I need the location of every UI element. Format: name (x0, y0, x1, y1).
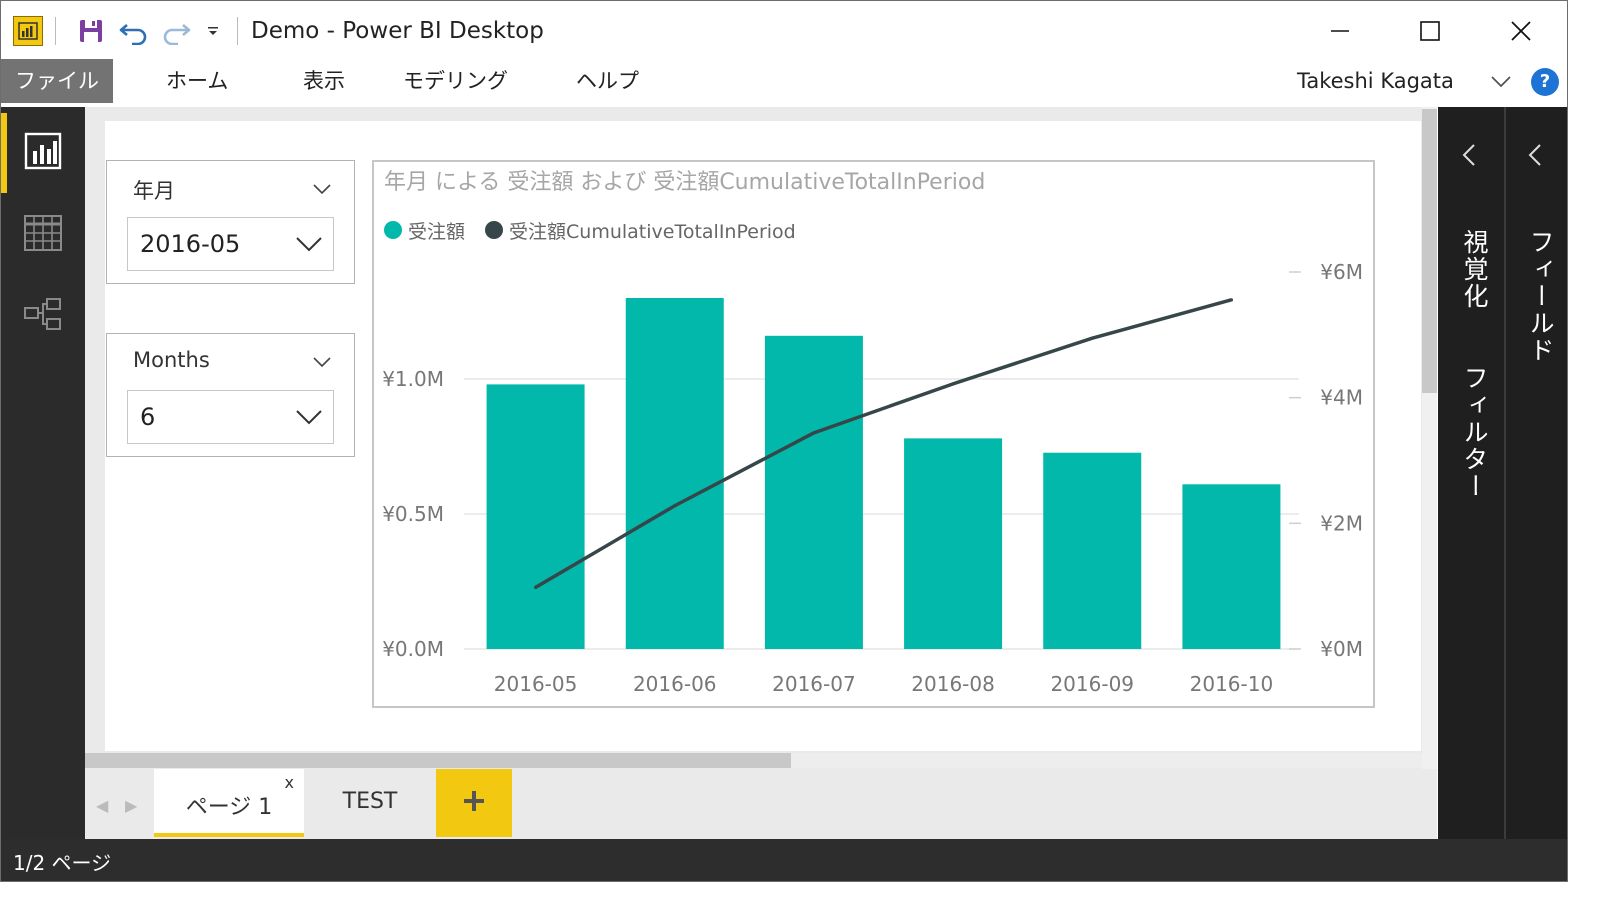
app-window: Demo - Power BI Desktop ファイル ホーム 表示 モデリン… (0, 0, 1568, 882)
x-tick-label: 2016-05 (494, 672, 578, 696)
plus-icon (462, 789, 486, 817)
y-right-tick-label: ¥2M (1320, 511, 1363, 535)
chart-line-point (1229, 298, 1234, 302)
expand-chevron-left-icon[interactable] (1456, 141, 1484, 173)
chart-line-point (812, 431, 816, 435)
chart-line-point (951, 382, 955, 386)
tab-close-icon[interactable]: x (285, 773, 294, 792)
add-page-button[interactable] (436, 769, 512, 837)
chart-bar (764, 335, 863, 649)
tab-scroll-left-icon[interactable]: ◀ (96, 796, 108, 815)
chart-bar (1043, 452, 1142, 649)
expand-chevron-left-icon[interactable] (1522, 141, 1550, 173)
status-bar: 1/2 ページ (1, 839, 1567, 881)
chart-bar (625, 298, 724, 649)
fields-label[interactable]: フィールド (1522, 229, 1558, 364)
y-right-tick-label: ¥4M (1320, 386, 1363, 410)
y-left-tick-label: ¥0.5M (382, 502, 444, 526)
page-indicator: 1/2 ページ (13, 851, 112, 875)
x-tick-label: 2016-10 (1190, 672, 1274, 696)
x-tick-label: 2016-08 (911, 672, 995, 696)
tab-label: ページ 1 (185, 795, 273, 820)
fields-pane-collapsed[interactable]: フィールド (1504, 107, 1567, 839)
tab-test[interactable]: TEST (304, 769, 436, 837)
visualizations-label[interactable]: 視覚化 (1456, 229, 1492, 310)
tab-page-1[interactable]: ページ 1 x (154, 769, 304, 837)
y-left-tick-label: ¥1.0M (382, 367, 444, 391)
x-tick-label: 2016-07 (772, 672, 856, 696)
tab-scroll-right-icon[interactable]: ▶ (125, 796, 137, 815)
y-left-tick-label: ¥0.0M (382, 637, 444, 661)
chart-plot: ¥0.0M ¥0.5M ¥1.0M ¥0M ¥2M ¥4M ¥6M 2016-05 2016-0… (382, 260, 1363, 696)
y-right-tick-label: ¥0M (1320, 637, 1363, 661)
chart-line-point (673, 504, 677, 508)
chart-line-point (533, 585, 538, 590)
x-tick-label: 2016-06 (633, 672, 717, 696)
chart-bar (1182, 484, 1281, 649)
tab-label: TEST (342, 789, 398, 814)
visualizations-pane-collapsed[interactable]: 視覚化 フィルター (1438, 107, 1504, 839)
filters-label[interactable]: フィルター (1456, 365, 1492, 500)
chart-bar (904, 438, 1003, 649)
x-tick-label: 2016-09 (1050, 672, 1134, 696)
y-right-tick-label: ¥6M (1320, 260, 1363, 284)
chart-line-point (1090, 336, 1094, 340)
chart-bar (486, 384, 585, 649)
